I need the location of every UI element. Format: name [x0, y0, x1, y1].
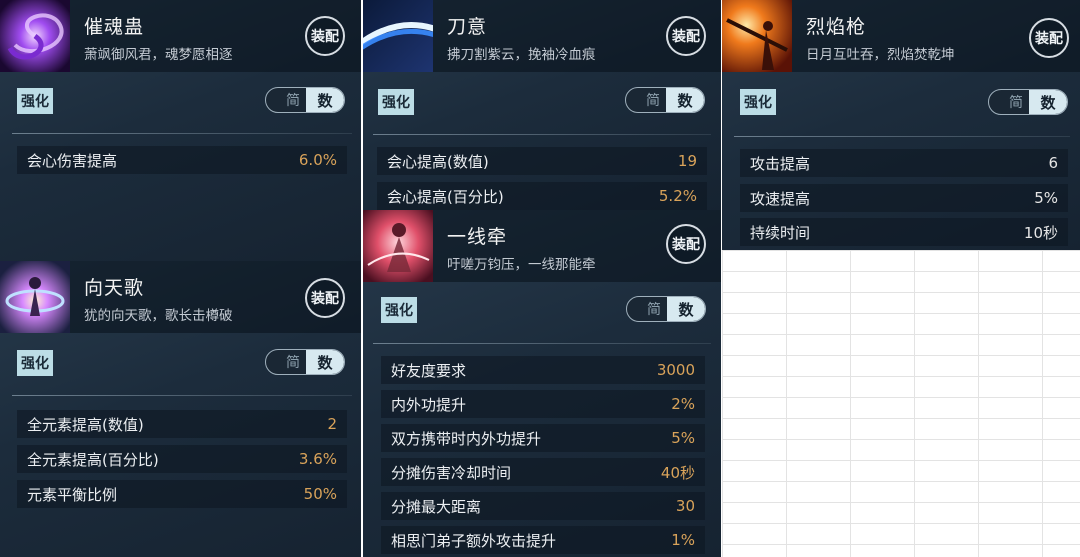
stat-value: 10秒 — [1023, 223, 1058, 242]
toggle-simple-option[interactable]: 简 — [266, 350, 306, 374]
toggle-simple-option[interactable]: 简 — [989, 90, 1029, 114]
equip-button[interactable]: 装配 — [666, 16, 706, 56]
stat-label: 分摊伤害冷却时间 — [391, 463, 512, 482]
purple-vortex-icon — [0, 0, 70, 72]
skill-description: 吁嗟万钧压，一线那能牵 — [447, 257, 596, 273]
stat-row: 会心伤害提高 6.0% — [17, 146, 347, 174]
stat-label: 持续时间 — [750, 223, 811, 242]
skill-card-cuihungu: 催魂蛊 萧飒御风君，魂梦愿相逐 装配 强化 简 数 会心伤害提高 6.0% — [0, 0, 361, 261]
skill-name: 烈焰枪 — [806, 16, 867, 38]
flame-spear-icon — [722, 0, 792, 72]
stat-label: 全元素提高(数值) — [27, 415, 144, 434]
display-mode-toggle[interactable]: 简 数 — [626, 296, 706, 322]
red-thread-icon — [363, 210, 433, 282]
stat-value: 3000 — [656, 361, 695, 379]
toggle-number-option[interactable]: 数 — [306, 350, 344, 374]
skill-card-daoyi: 刀意 拂刀割紫云，挽袖冷血痕 装配 强化 简 数 会心提高(数值) 19 会心提… — [363, 0, 721, 212]
stat-label: 分摊最大距离 — [391, 497, 482, 516]
stat-value: 5% — [671, 429, 695, 447]
stat-row: 相思门弟子额外攻击提升 1% — [381, 526, 705, 554]
skill-description: 犹的向天歌，歌长击樽破 — [84, 308, 233, 324]
divider — [734, 136, 1070, 137]
stat-value: 2 — [327, 415, 337, 433]
stat-value: 30 — [675, 497, 695, 515]
stat-label: 全元素提高(百分比) — [27, 450, 159, 469]
skill-name: 刀意 — [447, 16, 488, 38]
skill-card-xiangtiange: 向天歌 犹的向天歌，歌长击樽破 装配 强化 简 数 全元素提高(数值) 2 全元… — [0, 261, 361, 557]
skill-card-lieyanqiang: 烈焰枪 日月互吐吞，烈焰焚乾坤 装配 强化 简 数 攻击提高 6 攻速提高 5%… — [722, 0, 1080, 250]
stat-label: 相思门弟子额外攻击提升 — [391, 531, 557, 550]
divider — [373, 134, 711, 135]
stat-row: 持续时间 10秒 — [740, 218, 1068, 246]
equip-button[interactable]: 装配 — [305, 16, 345, 56]
stat-row: 双方携带时内外功提升 5% — [381, 424, 705, 452]
stat-row: 元素平衡比例 50% — [17, 480, 347, 508]
enhance-tag: 强化 — [17, 88, 53, 114]
toggle-number-option[interactable]: 数 — [1029, 90, 1067, 114]
stat-row: 全元素提高(数值) 2 — [17, 410, 347, 438]
stat-row: 攻速提高 5% — [740, 184, 1068, 212]
stat-row: 分摊最大距离 30 — [381, 492, 705, 520]
toggle-simple-option[interactable]: 简 — [627, 297, 667, 321]
stat-value: 5.2% — [658, 187, 697, 205]
blank-spreadsheet-area — [722, 250, 1080, 557]
equip-button[interactable]: 装配 — [305, 278, 345, 318]
stat-value: 6 — [1048, 154, 1058, 172]
display-mode-toggle[interactable]: 简 数 — [265, 349, 345, 375]
stat-row: 会心提高(数值) 19 — [377, 147, 707, 175]
skill-card-yixianqian: 一线牵 吁嗟万钧压，一线那能牵 装配 强化 简 数 好友度要求 3000 内外功… — [363, 210, 721, 557]
display-mode-toggle[interactable]: 简 数 — [988, 89, 1068, 115]
display-mode-toggle[interactable]: 简 数 — [625, 87, 705, 113]
stat-value: 3.6% — [298, 450, 337, 468]
skill-description: 萧飒御风君，魂梦愿相逐 — [84, 47, 233, 63]
toggle-simple-option[interactable]: 简 — [626, 88, 666, 112]
skill-name: 向天歌 — [84, 277, 145, 299]
stat-label: 元素平衡比例 — [27, 485, 118, 504]
stat-label: 双方携带时内外功提升 — [391, 429, 542, 448]
stat-row: 分摊伤害冷却时间 40秒 — [381, 458, 705, 486]
stat-label: 攻击提高 — [750, 154, 811, 173]
divider — [12, 133, 352, 134]
stat-value: 19 — [677, 152, 697, 170]
equip-button[interactable]: 装配 — [666, 224, 706, 264]
stat-value: 50% — [303, 485, 337, 503]
divider — [12, 395, 352, 396]
divider — [373, 343, 711, 344]
stat-row: 全元素提高(百分比) 3.6% — [17, 445, 347, 473]
toggle-simple-option[interactable]: 简 — [266, 88, 306, 112]
enhance-tag: 强化 — [378, 89, 414, 115]
display-mode-toggle[interactable]: 简 数 — [265, 87, 345, 113]
stat-label: 会心伤害提高 — [27, 151, 118, 170]
sky-song-icon — [0, 261, 70, 333]
stat-value: 40秒 — [660, 463, 695, 482]
enhance-tag: 强化 — [381, 297, 417, 323]
skill-name: 一线牵 — [447, 226, 508, 248]
stat-label: 会心提高(数值) — [387, 152, 489, 171]
stat-row: 内外功提升 2% — [381, 390, 705, 418]
toggle-number-option[interactable]: 数 — [306, 88, 344, 112]
stat-label: 好友度要求 — [391, 361, 467, 380]
stat-label: 攻速提高 — [750, 189, 811, 208]
stat-value: 5% — [1034, 189, 1058, 207]
blue-slash-icon — [363, 0, 433, 72]
toggle-number-option[interactable]: 数 — [666, 88, 704, 112]
enhance-tag: 强化 — [740, 89, 776, 115]
stat-label: 会心提高(百分比) — [387, 187, 504, 206]
stat-row: 会心提高(百分比) 5.2% — [377, 182, 707, 210]
stat-label: 内外功提升 — [391, 395, 467, 414]
skill-description: 日月互吐吞，烈焰焚乾坤 — [806, 47, 955, 63]
skill-description: 拂刀割紫云，挽袖冷血痕 — [447, 47, 596, 63]
toggle-number-option[interactable]: 数 — [667, 297, 705, 321]
stat-row: 好友度要求 3000 — [381, 356, 705, 384]
stat-value: 2% — [671, 395, 695, 413]
skill-name: 催魂蛊 — [84, 16, 145, 38]
equip-button[interactable]: 装配 — [1029, 18, 1069, 58]
stat-value: 6.0% — [298, 151, 337, 169]
stat-value: 1% — [671, 531, 695, 549]
stat-row: 攻击提高 6 — [740, 149, 1068, 177]
enhance-tag: 强化 — [17, 350, 53, 376]
